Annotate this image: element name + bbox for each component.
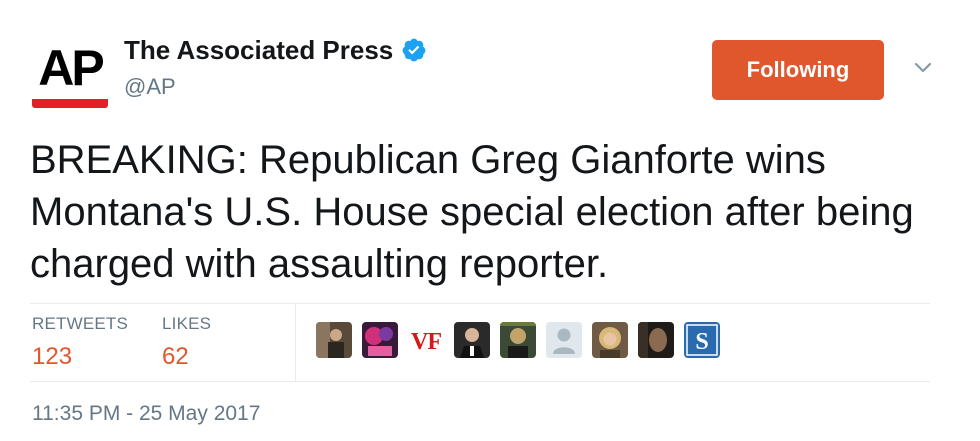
svg-text:VF: VF xyxy=(411,329,441,355)
liker-avatar-6[interactable] xyxy=(546,322,582,358)
person-photo-icon xyxy=(454,322,490,358)
verified-badge-icon xyxy=(402,38,426,62)
vf-logo-icon: VF xyxy=(408,322,444,358)
stats-divider-top xyxy=(30,303,930,304)
person-photo-icon xyxy=(638,322,674,358)
author-display-name[interactable]: The Associated Press xyxy=(124,34,427,66)
ap-logo-underline xyxy=(32,99,108,108)
retweets-count: 123 xyxy=(32,343,73,370)
stats-divider-vertical xyxy=(295,303,296,381)
person-photo-icon xyxy=(316,322,352,358)
author-avatar[interactable]: AP xyxy=(30,36,110,112)
liker-avatar-7[interactable] xyxy=(592,322,628,358)
tweet-timestamp[interactable]: 11:35 PM - 25 May 2017 xyxy=(32,401,260,427)
liker-avatar-5[interactable] xyxy=(500,322,536,358)
liker-avatar-3[interactable]: VF xyxy=(408,322,444,358)
likes-count: 62 xyxy=(162,343,189,370)
chevron-down-icon xyxy=(914,62,932,73)
likes-label: LIKES xyxy=(162,314,212,333)
svg-text:S: S xyxy=(695,329,708,355)
s-logo-icon: S xyxy=(684,322,720,358)
retweets-label: RETWEETS xyxy=(32,314,129,333)
following-button[interactable]: Following xyxy=(712,40,884,100)
liker-avatar-4[interactable] xyxy=(454,322,490,358)
liker-avatar-9[interactable]: S xyxy=(684,322,720,358)
author-name-text: The Associated Press xyxy=(124,35,394,65)
tweet-menu-button[interactable] xyxy=(908,54,938,82)
stats-divider-bottom xyxy=(30,381,930,382)
tweet-text: BREAKING: Republican Greg Gianforte wins… xyxy=(30,138,914,286)
tweet-card: AP The Associated Press @AP Following BR… xyxy=(0,0,980,441)
author-handle[interactable]: @AP xyxy=(124,74,176,100)
person-photo-icon xyxy=(362,322,398,358)
likes-stat[interactable]: LIKES 62 xyxy=(162,314,211,372)
person-photo-icon xyxy=(592,322,628,358)
retweets-stat[interactable]: RETWEETS 123 xyxy=(32,314,128,372)
liker-avatar-2[interactable] xyxy=(362,322,398,358)
person-photo-icon xyxy=(500,322,536,358)
liker-avatar-8[interactable] xyxy=(638,322,674,358)
ap-logo-text: AP xyxy=(38,40,104,96)
liker-avatar-1[interactable] xyxy=(316,322,352,358)
default-user-icon xyxy=(546,322,582,358)
